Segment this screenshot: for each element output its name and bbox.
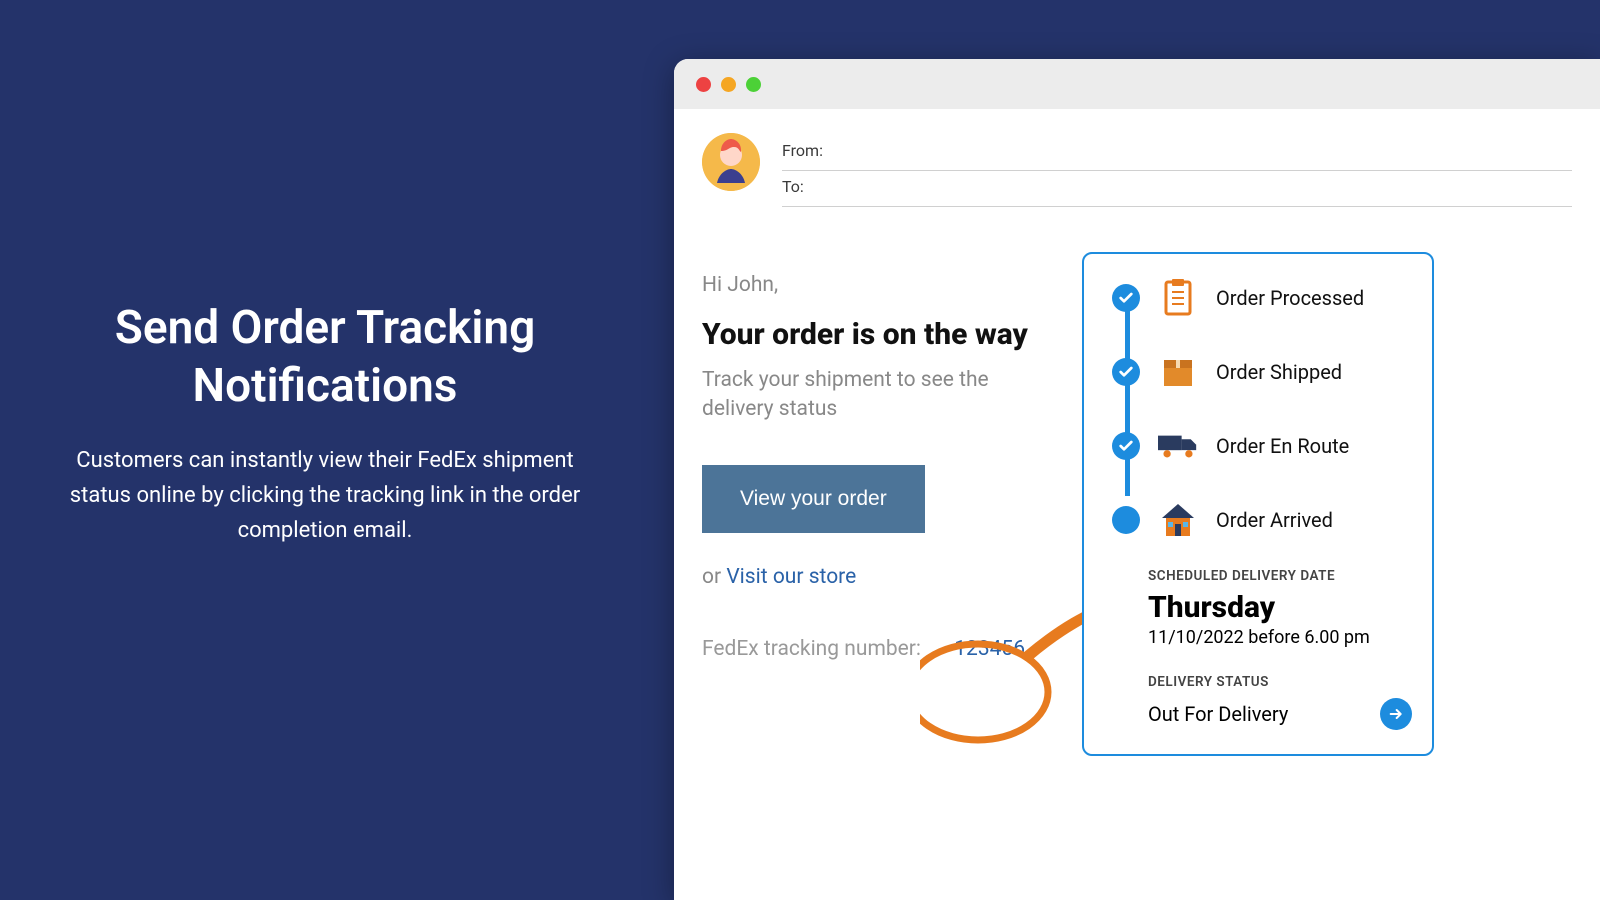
delivery-status-label: DELIVERY STATUS — [1148, 674, 1412, 690]
step-enroute: Order En Route — [1112, 426, 1412, 466]
sender-avatar — [702, 133, 760, 191]
step-processed: Order Processed — [1112, 278, 1412, 318]
arrow-right-icon — [1388, 706, 1404, 722]
checkmark-icon — [1112, 358, 1140, 386]
email-from-field: From: — [782, 135, 1572, 171]
step-label: Order Shipped — [1216, 360, 1412, 384]
package-icon — [1158, 352, 1198, 392]
marketing-heading: Send Order Tracking Notifications — [60, 300, 590, 415]
avatar-icon — [702, 133, 760, 191]
tracking-steps: Order Processed Order Shipped Order En — [1104, 278, 1412, 540]
tracking-label: FedEx tracking number: — [702, 637, 921, 661]
house-icon — [1158, 500, 1198, 540]
marketing-copy: Send Order Tracking Notifications Custom… — [60, 300, 590, 549]
or-text: or — [702, 565, 726, 589]
email-header: From: To: — [674, 109, 1600, 207]
email-to-field: To: — [782, 171, 1572, 207]
checkmark-icon — [1112, 432, 1140, 460]
step-arrived: Order Arrived — [1112, 500, 1412, 540]
step-label: Order En Route — [1216, 434, 1412, 458]
email-subtext: Track your shipment to see the delivery … — [702, 366, 1022, 425]
truck-icon — [1158, 426, 1198, 466]
scheduled-date: 11/10/2022 before 6.00 pm — [1148, 627, 1412, 648]
current-dot-icon — [1112, 506, 1140, 534]
visit-store-link[interactable]: Visit our store — [726, 565, 856, 589]
step-label: Order Processed — [1216, 286, 1412, 310]
window-zoom-dot[interactable] — [746, 77, 761, 92]
tracking-panel: Order Processed Order Shipped Order En — [1082, 252, 1434, 756]
step-shipped: Order Shipped — [1112, 352, 1412, 392]
view-order-button[interactable]: View your order — [702, 465, 925, 533]
status-details-button[interactable] — [1380, 698, 1412, 730]
step-label: Order Arrived — [1216, 508, 1412, 532]
clipboard-icon — [1158, 278, 1198, 318]
window-close-dot[interactable] — [696, 77, 711, 92]
email-window: From: To: Hi John, Your order is on the … — [674, 59, 1600, 900]
marketing-body: Customers can instantly view their FedEx… — [60, 443, 590, 549]
window-minimize-dot[interactable] — [721, 77, 736, 92]
scheduled-day: Thursday — [1148, 590, 1412, 625]
delivery-status: Out For Delivery — [1148, 702, 1288, 726]
scheduled-label: SCHEDULED DELIVERY DATE — [1148, 568, 1412, 584]
checkmark-icon — [1112, 284, 1140, 312]
tracking-number[interactable]: 123456 — [954, 637, 1025, 661]
window-titlebar — [674, 59, 1600, 109]
